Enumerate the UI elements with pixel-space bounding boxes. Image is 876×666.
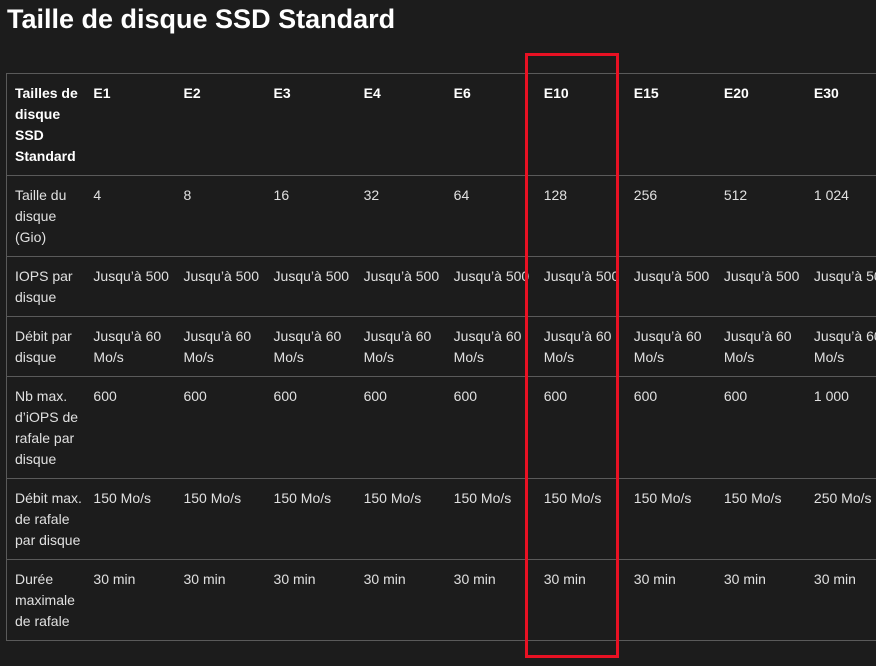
table-cell: 256 xyxy=(625,175,716,257)
table-cell: Jusqu’à 60 Mo/s xyxy=(625,316,716,377)
table-row-burst-throughput: Débit max. de rafale par disque 150 Mo/s… xyxy=(6,478,876,560)
row-label: Taille du disque (Gio) xyxy=(6,175,86,257)
table-cell: Jusqu’à 500 xyxy=(445,256,536,317)
table-row-disk-size: Taille du disque (Gio) 4 8 16 32 64 128 … xyxy=(6,175,876,257)
page-title: Taille de disque SSD Standard xyxy=(7,4,396,34)
table-cell: Jusqu’à 60 Mo/s xyxy=(85,316,176,377)
header-cell-e15: E15 xyxy=(625,73,716,176)
header-cell-e20: E20 xyxy=(715,73,806,176)
table-cell: 600 xyxy=(535,376,626,479)
table-cell: 128 xyxy=(535,175,626,257)
table-cell: Jusqu’à 60 Mo/s xyxy=(175,316,266,377)
disk-size-table: Tailles de disque SSD Standard E1 E2 E3 … xyxy=(6,73,876,641)
table-cell: 30 min xyxy=(175,559,266,641)
header-cell-e3: E3 xyxy=(265,73,356,176)
header-cell-e10: E10 xyxy=(535,73,626,176)
table-cell: Jusqu’à 500 xyxy=(355,256,446,317)
table-cell: 150 Mo/s xyxy=(355,478,446,560)
table-cell: Jusqu’à 500 xyxy=(715,256,806,317)
table-cell: Jusqu’à 60 Mo/s xyxy=(265,316,356,377)
table-cell: Jusqu’à 60 Mo/s xyxy=(355,316,446,377)
table-cell: Jusqu’à 60 Mo/s xyxy=(535,316,626,377)
table-cell: 30 min xyxy=(625,559,716,641)
table-cell: 600 xyxy=(445,376,536,479)
row-label: Débit par disque xyxy=(6,316,86,377)
table-cell: Jusqu’à 500 xyxy=(535,256,626,317)
table-cell: 512 xyxy=(715,175,806,257)
table-row-burst-iops: Nb max. d’iOPS de rafale par disque 600 … xyxy=(6,376,876,479)
table-cell: 64 xyxy=(445,175,536,257)
table-cell: 32 xyxy=(355,175,446,257)
table-row-throughput: Débit par disque Jusqu’à 60 Mo/s Jusqu’à… xyxy=(6,316,876,377)
table-cell: 600 xyxy=(355,376,446,479)
table-cell: 30 min xyxy=(355,559,446,641)
table-cell: 30 min xyxy=(445,559,536,641)
table-cell: 600 xyxy=(85,376,176,479)
row-label: Nb max. d’iOPS de rafale par disque xyxy=(6,376,86,479)
table-cell: 8 xyxy=(175,175,266,257)
table-cell: 150 Mo/s xyxy=(535,478,626,560)
table-cell: 600 xyxy=(715,376,806,479)
table-cell: 30 min xyxy=(265,559,356,641)
table-header-row: Tailles de disque SSD Standard E1 E2 E3 … xyxy=(6,73,876,176)
table-cell: Jusqu’à 500 xyxy=(805,256,876,317)
header-cell-e1: E1 xyxy=(85,73,176,176)
table-cell: 30 min xyxy=(85,559,176,641)
table-cell: Jusqu’à 60 Mo/s xyxy=(445,316,536,377)
table-cell: 150 Mo/s xyxy=(85,478,176,560)
table-cell: Jusqu’à 500 xyxy=(175,256,266,317)
table-cell: Jusqu’à 500 xyxy=(85,256,176,317)
header-cell-e4: E4 xyxy=(355,73,446,176)
table-cell: 150 Mo/s xyxy=(715,478,806,560)
table-cell: 600 xyxy=(265,376,356,479)
table-cell: 150 Mo/s xyxy=(175,478,266,560)
table-cell: 30 min xyxy=(805,559,876,641)
row-label: Durée maximale de rafale xyxy=(6,559,86,641)
table-cell: 250 Mo/s xyxy=(805,478,876,560)
table-cell: 4 xyxy=(85,175,176,257)
page: Taille de disque SSD Standard Tailles de… xyxy=(0,0,876,666)
table-cell: 150 Mo/s xyxy=(625,478,716,560)
table-cell: 600 xyxy=(175,376,266,479)
table-cell: Jusqu’à 500 xyxy=(265,256,356,317)
table-cell: Jusqu’à 500 xyxy=(625,256,716,317)
header-cell-e6: E6 xyxy=(445,73,536,176)
table-row-iops: IOPS par disque Jusqu’à 500 Jusqu’à 500 … xyxy=(6,256,876,317)
table-cell: 30 min xyxy=(535,559,626,641)
header-cell-label: Tailles de disque SSD Standard xyxy=(6,73,86,176)
table-row-burst-duration: Durée maximale de rafale 30 min 30 min 3… xyxy=(6,559,876,641)
row-label: Débit max. de rafale par disque xyxy=(6,478,86,560)
header-cell-e30: E30 xyxy=(805,73,876,176)
table-cell: 1 000 xyxy=(805,376,876,479)
header-cell-e2: E2 xyxy=(175,73,266,176)
table-cell: 16 xyxy=(265,175,356,257)
table-cell: 30 min xyxy=(715,559,806,641)
row-label: IOPS par disque xyxy=(6,256,86,317)
table-cell: Jusqu’à 60 Mo/s xyxy=(715,316,806,377)
table-cell: 150 Mo/s xyxy=(265,478,356,560)
table-cell: Jusqu’à 60 Mo/s xyxy=(805,316,876,377)
table-cell: 150 Mo/s xyxy=(445,478,536,560)
table-cell: 600 xyxy=(625,376,716,479)
table-cell: 1 024 xyxy=(805,175,876,257)
